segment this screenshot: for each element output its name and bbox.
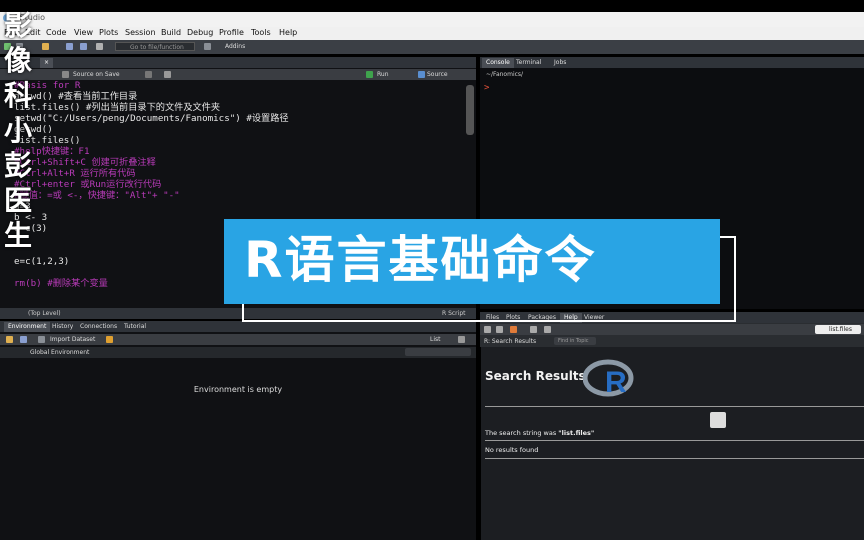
save-all-icon[interactable] xyxy=(80,43,87,50)
r-logo-icon: R xyxy=(582,359,637,399)
menu-view[interactable]: View xyxy=(74,28,93,37)
goto-file-input[interactable]: Go to file/function xyxy=(115,42,195,51)
tab-history[interactable]: History xyxy=(48,322,77,332)
menu-tools[interactable]: Tools xyxy=(251,28,271,37)
divider-bottom xyxy=(485,458,864,459)
code-line[interactable]: getwd() xyxy=(14,124,289,135)
code-line[interactable]: #Ctrl+Alt+R 运行所有代码 xyxy=(14,168,289,179)
back-arrow-icon[interactable] xyxy=(484,326,491,333)
search-results-icon xyxy=(710,412,726,428)
help-heading: Search Results xyxy=(485,369,586,383)
help-topic-bar: R: Search Results Find in Topic xyxy=(480,336,864,347)
topic-dropdown[interactable]: R: Search Results xyxy=(484,338,536,345)
no-results-text: No results found xyxy=(485,446,539,454)
forward-arrow-icon[interactable] xyxy=(496,326,503,333)
code-line[interactable]: #help快捷键：F1 xyxy=(14,146,289,157)
search-string-text: The search string was "list.files" xyxy=(485,429,594,437)
side-title-char: 生 xyxy=(4,219,33,252)
menu-profile[interactable]: Profile xyxy=(219,28,244,37)
compile-icon[interactable] xyxy=(164,71,171,78)
env-tabbar: Environment History Connections Tutorial xyxy=(0,321,476,332)
tab-terminal[interactable]: Terminal xyxy=(512,58,545,68)
menu-build[interactable]: Build xyxy=(161,28,181,37)
code-line[interactable]: getwd() #查看当前工作目录 xyxy=(14,91,289,102)
code-line[interactable]: #赋值：=或 <-，快捷键："Alt"+ "-" xyxy=(14,190,289,201)
env-toolbar: Import Dataset List xyxy=(0,334,476,345)
import-dataset-icon xyxy=(38,336,45,343)
scope-dropdown[interactable]: Global Environment xyxy=(30,349,89,356)
tab-jobs[interactable]: Jobs xyxy=(550,58,570,68)
code-line[interactable]: setwd("C:/Users/peng/Documents/Fanomics"… xyxy=(14,113,289,124)
tab-connections[interactable]: Connections xyxy=(76,322,121,332)
code-line[interactable]: #Ctrl+Shift+C 创建可折叠注释 xyxy=(14,157,289,168)
refresh-icon[interactable] xyxy=(458,336,465,343)
source-button[interactable]: Source xyxy=(427,71,448,78)
source-on-save-label: Source on Save xyxy=(73,71,120,78)
main-toolbar: Go to file/function Addins xyxy=(0,40,864,54)
svg-text:R: R xyxy=(605,366,627,397)
search-string-prefix: The search string was xyxy=(485,429,559,437)
addins-menu[interactable]: Addins xyxy=(225,43,245,50)
help-toolbar: list.files xyxy=(480,324,864,335)
grid-icon[interactable] xyxy=(204,43,211,50)
side-title-char: 小 xyxy=(4,114,33,147)
title-bar: RStudio xyxy=(0,0,864,27)
console-tabbar: Console Terminal Jobs xyxy=(480,57,864,68)
scope-indicator[interactable]: (Top Level) xyxy=(28,310,61,317)
code-line[interactable]: #Ctrl+enter 或Run运行改行代码 xyxy=(14,179,289,190)
import-dataset-button[interactable]: Import Dataset xyxy=(50,336,95,343)
find-in-topic-input[interactable]: Find in Topic xyxy=(554,337,596,345)
side-title-char: 医 xyxy=(4,184,33,217)
side-title-char: 像 xyxy=(4,44,33,77)
banner-title: R语言基础命令 xyxy=(244,231,597,289)
menu-debug[interactable]: Debug xyxy=(187,28,213,37)
console-prompt[interactable]: > xyxy=(484,83,489,93)
code-line[interactable]: a=3 xyxy=(14,201,289,212)
tab-console[interactable]: Console xyxy=(482,58,514,68)
menu-plots[interactable]: Plots xyxy=(99,28,118,37)
editor-scrollbar[interactable] xyxy=(466,85,474,135)
print-help-icon[interactable] xyxy=(530,326,537,333)
editor-toolbar: Source on Save Run Source xyxy=(0,69,476,80)
menu-session[interactable]: Session xyxy=(125,28,156,37)
source-icon xyxy=(418,71,425,78)
menu-bar: File Edit Code View Plots Session Build … xyxy=(0,27,864,40)
code-line[interactable]: list.files() #列出当前目录下的文件及文件夹 xyxy=(14,102,289,113)
editor-tabbar: × xyxy=(0,57,476,68)
title-bar-inner xyxy=(0,12,864,27)
help-content: Search Results R The search string was "… xyxy=(481,347,864,540)
code-line[interactable]: list.files() xyxy=(14,135,289,146)
side-title-char: 彭 xyxy=(4,149,33,182)
search-icon[interactable] xyxy=(145,71,152,78)
print-icon[interactable] xyxy=(96,43,103,50)
menu-code[interactable]: Code xyxy=(46,28,66,37)
help-search-input[interactable]: list.files xyxy=(815,325,861,334)
env-search-input[interactable] xyxy=(405,348,471,356)
code-line[interactable]: #Basis for R xyxy=(14,80,289,91)
side-title-char: 影 xyxy=(4,9,33,42)
side-vertical-title: 影像科小彭医生 xyxy=(4,8,48,253)
run-button[interactable]: Run xyxy=(377,71,389,78)
env-scope-bar: Global Environment xyxy=(0,347,476,358)
side-title-char: 科 xyxy=(4,79,33,112)
source-on-save-checkbox[interactable] xyxy=(62,71,69,78)
env-empty-message: Environment is empty xyxy=(193,385,283,394)
export-icon[interactable] xyxy=(544,326,551,333)
menu-help[interactable]: Help xyxy=(279,28,297,37)
tab-environment[interactable]: Environment xyxy=(4,322,51,332)
list-view-dropdown[interactable]: List xyxy=(430,336,441,343)
save-icon[interactable] xyxy=(66,43,73,50)
environment-pane: Environment History Connections Tutorial… xyxy=(0,321,476,540)
search-string-value: "list.files" xyxy=(558,429,595,437)
home-icon[interactable] xyxy=(510,326,517,333)
tab-tutorial[interactable]: Tutorial xyxy=(120,322,150,332)
run-arrow-icon xyxy=(366,71,373,78)
divider-mid xyxy=(485,440,864,441)
save-workspace-icon[interactable] xyxy=(20,336,27,343)
load-workspace-icon[interactable] xyxy=(6,336,13,343)
broom-icon[interactable] xyxy=(106,336,113,343)
console-path: ~/Fanomics/ xyxy=(486,71,524,78)
divider-top xyxy=(485,406,864,407)
